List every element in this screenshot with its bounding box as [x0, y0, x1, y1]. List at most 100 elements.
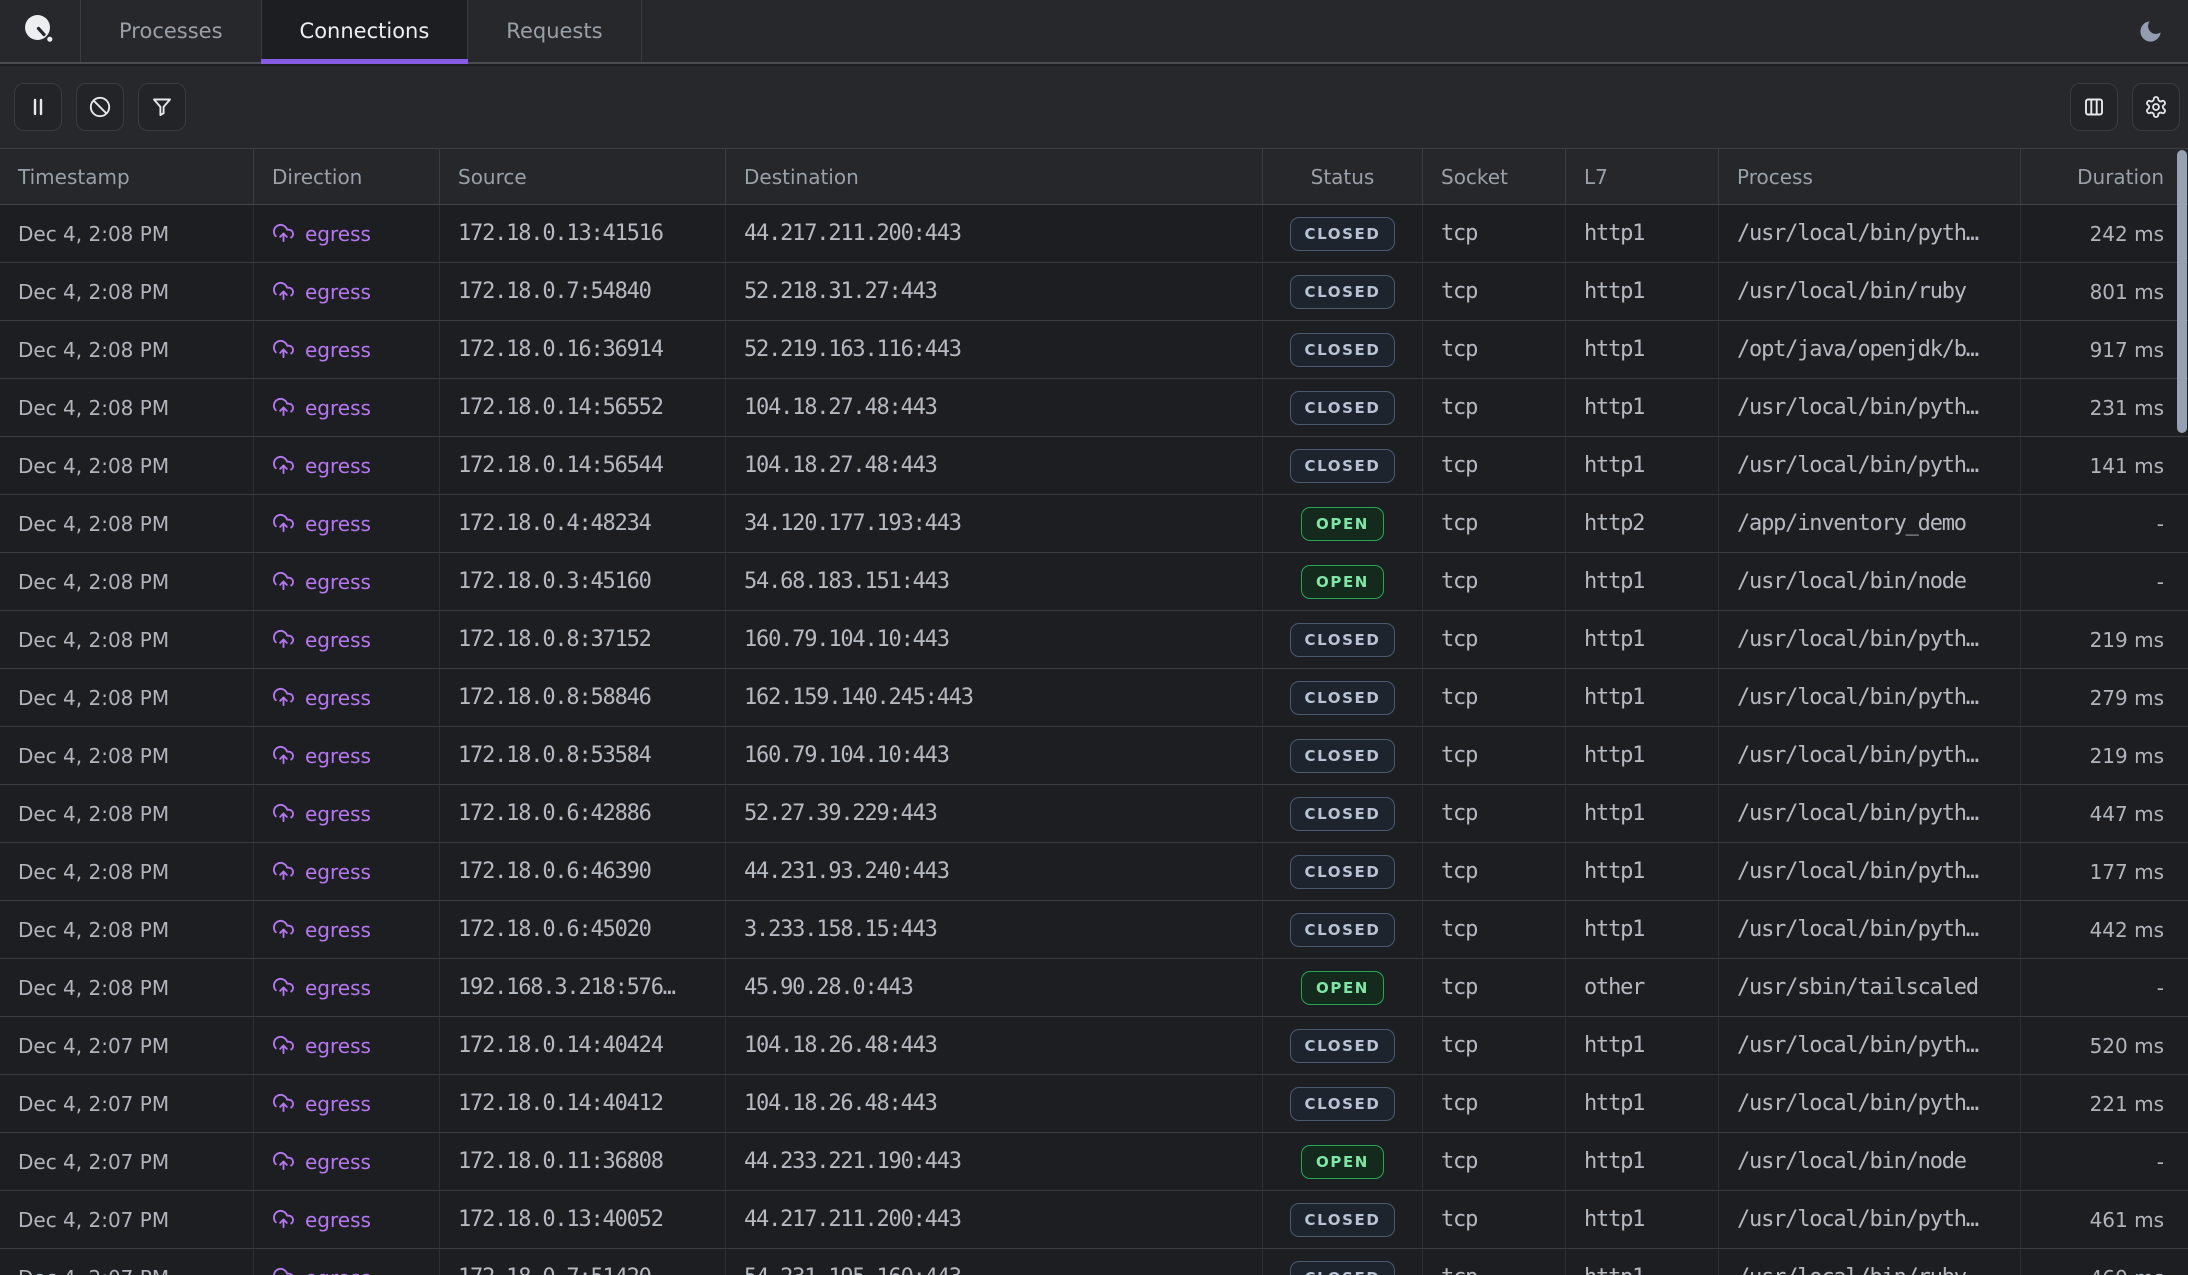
status-badge: CLOSED: [1290, 333, 1396, 367]
settings-button[interactable]: [2132, 83, 2180, 131]
cell-status: CLOSED: [1263, 843, 1423, 900]
table-row[interactable]: Dec 4, 2:07 PM egress 172.18.0.14:40424 …: [0, 1017, 2188, 1075]
cell-duration: 219 ms: [2021, 727, 2188, 784]
cell-l7: http1: [1566, 205, 1719, 262]
cloud-upload-icon: [272, 1150, 295, 1173]
cell-process: /usr/local/bin/node: [1719, 1133, 2021, 1190]
table-row[interactable]: Dec 4, 2:08 PM egress 172.18.0.4:48234 3…: [0, 495, 2188, 553]
col-header-status: Status: [1263, 149, 1423, 204]
cell-timestamp: Dec 4, 2:07 PM: [0, 1249, 254, 1275]
cell-l7: http1: [1566, 901, 1719, 958]
cell-l7: http1: [1566, 1017, 1719, 1074]
cell-source: 172.18.0.3:45160: [440, 553, 726, 610]
tab-connections[interactable]: Connections: [262, 0, 469, 62]
cloud-upload-icon: [272, 744, 295, 767]
vertical-scrollbar-thumb[interactable]: [2177, 150, 2187, 433]
status-badge: CLOSED: [1290, 1203, 1396, 1237]
table-row[interactable]: Dec 4, 2:08 PM egress 172.18.0.14:56544 …: [0, 437, 2188, 495]
cell-source: 172.18.0.6:45020: [440, 901, 726, 958]
cell-socket: tcp: [1423, 379, 1566, 436]
cell-socket: tcp: [1423, 495, 1566, 552]
cell-direction: egress: [254, 669, 440, 726]
cell-timestamp: Dec 4, 2:08 PM: [0, 263, 254, 320]
columns-button[interactable]: [2070, 83, 2118, 131]
cell-destination: 3.233.158.15:443: [726, 901, 1263, 958]
status-badge: CLOSED: [1290, 797, 1396, 831]
cell-status: OPEN: [1263, 553, 1423, 610]
cell-process: /usr/local/bin/pyth…: [1719, 1191, 2021, 1248]
table-row[interactable]: Dec 4, 2:08 PM egress 172.18.0.16:36914 …: [0, 321, 2188, 379]
status-badge: OPEN: [1301, 971, 1384, 1005]
cell-destination: 54.68.183.151:443: [726, 553, 1263, 610]
cell-status: OPEN: [1263, 1133, 1423, 1190]
table-row[interactable]: Dec 4, 2:08 PM egress 172.18.0.14:56552 …: [0, 379, 2188, 437]
tab-requests[interactable]: Requests: [468, 0, 641, 62]
table-row[interactable]: Dec 4, 2:07 PM egress 172.18.0.13:40052 …: [0, 1191, 2188, 1249]
table-row[interactable]: Dec 4, 2:08 PM egress 172.18.0.6:46390 4…: [0, 843, 2188, 901]
table-row[interactable]: Dec 4, 2:07 PM egress 172.18.0.14:40412 …: [0, 1075, 2188, 1133]
cell-direction: egress: [254, 437, 440, 494]
cell-l7: other: [1566, 959, 1719, 1016]
table-row[interactable]: Dec 4, 2:08 PM egress 172.18.0.7:54840 5…: [0, 263, 2188, 321]
col-header-destination: Destination: [726, 149, 1263, 204]
theme-toggle[interactable]: [2137, 0, 2188, 62]
direction-label: egress: [305, 628, 371, 652]
cell-timestamp: Dec 4, 2:07 PM: [0, 1017, 254, 1074]
block-button[interactable]: [76, 83, 124, 131]
table-row[interactable]: Dec 4, 2:07 PM egress 172.18.0.11:36808 …: [0, 1133, 2188, 1191]
table-row[interactable]: Dec 4, 2:08 PM egress 172.18.0.8:37152 1…: [0, 611, 2188, 669]
cell-direction: egress: [254, 843, 440, 900]
cell-l7: http1: [1566, 611, 1719, 668]
cell-destination: 44.233.221.190:443: [726, 1133, 1263, 1190]
cell-l7: http1: [1566, 321, 1719, 378]
cell-timestamp: Dec 4, 2:07 PM: [0, 1133, 254, 1190]
cell-socket: tcp: [1423, 1249, 1566, 1275]
table-row[interactable]: Dec 4, 2:08 PM egress 172.18.0.8:58846 1…: [0, 669, 2188, 727]
cell-process: /usr/local/bin/pyth…: [1719, 1075, 2021, 1132]
status-badge: OPEN: [1301, 565, 1384, 599]
cell-status: CLOSED: [1263, 205, 1423, 262]
table-row[interactable]: Dec 4, 2:07 PM egress 172.18.0.7:51420 5…: [0, 1249, 2188, 1275]
cell-timestamp: Dec 4, 2:08 PM: [0, 437, 254, 494]
cell-process: /usr/local/bin/pyth…: [1719, 669, 2021, 726]
table-row[interactable]: Dec 4, 2:08 PM egress 192.168.3.218:576……: [0, 959, 2188, 1017]
cell-status: CLOSED: [1263, 263, 1423, 320]
cell-destination: 104.18.27.48:443: [726, 437, 1263, 494]
direction-label: egress: [305, 860, 371, 884]
status-badge: CLOSED: [1290, 275, 1396, 309]
status-badge: CLOSED: [1290, 739, 1396, 773]
direction-label: egress: [305, 1034, 371, 1058]
cell-status: CLOSED: [1263, 437, 1423, 494]
tab-processes[interactable]: Processes: [81, 0, 262, 62]
cell-direction: egress: [254, 495, 440, 552]
table-row[interactable]: Dec 4, 2:08 PM egress 172.18.0.13:41516 …: [0, 205, 2188, 263]
cell-duration: 442 ms: [2021, 901, 2188, 958]
cell-duration: 520 ms: [2021, 1017, 2188, 1074]
cell-destination: 45.90.28.0:443: [726, 959, 1263, 1016]
cell-process: /app/inventory_demo: [1719, 495, 2021, 552]
direction-label: egress: [305, 686, 371, 710]
cell-timestamp: Dec 4, 2:08 PM: [0, 553, 254, 610]
pause-button[interactable]: [14, 83, 62, 131]
direction-label: egress: [305, 744, 371, 768]
table-row[interactable]: Dec 4, 2:08 PM egress 172.18.0.6:42886 5…: [0, 785, 2188, 843]
cloud-upload-icon: [272, 802, 295, 825]
app-logo[interactable]: [0, 0, 81, 62]
table-row[interactable]: Dec 4, 2:08 PM egress 172.18.0.6:45020 3…: [0, 901, 2188, 959]
cell-destination: 52.218.31.27:443: [726, 263, 1263, 320]
table-row[interactable]: Dec 4, 2:08 PM egress 172.18.0.3:45160 5…: [0, 553, 2188, 611]
cell-duration: 461 ms: [2021, 1191, 2188, 1248]
table-header: Timestamp Direction Source Destination S…: [0, 148, 2188, 205]
pause-icon: [26, 95, 50, 119]
cell-duration: 242 ms: [2021, 205, 2188, 262]
table-row[interactable]: Dec 4, 2:08 PM egress 172.18.0.8:53584 1…: [0, 727, 2188, 785]
cell-l7: http1: [1566, 669, 1719, 726]
cell-duration: -: [2021, 495, 2188, 552]
cloud-upload-icon: [272, 1092, 295, 1115]
cell-direction: egress: [254, 1249, 440, 1275]
filter-button[interactable]: [138, 83, 186, 131]
cell-duration: 221 ms: [2021, 1075, 2188, 1132]
cell-socket: tcp: [1423, 1133, 1566, 1190]
cell-timestamp: Dec 4, 2:08 PM: [0, 901, 254, 958]
cell-source: 172.18.0.4:48234: [440, 495, 726, 552]
